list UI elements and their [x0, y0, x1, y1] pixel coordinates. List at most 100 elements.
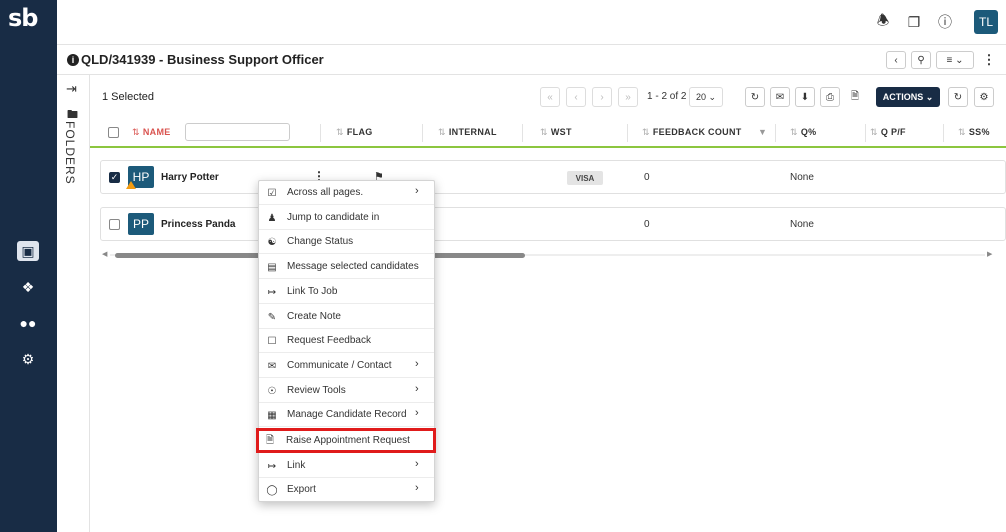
- candidate-name[interactable]: Princess Panda: [161, 219, 235, 230]
- context-menu: ☑ Across all pages. › ♟ Jump to candidat…: [256, 180, 436, 502]
- chevron-right-icon: ›: [415, 458, 419, 470]
- menu-item-link[interactable]: ↦ Link ›: [259, 454, 434, 478]
- q-pf-value: None: [790, 219, 814, 230]
- candidate-name[interactable]: Harry Potter: [161, 172, 219, 183]
- download-icon: ⬇: [800, 91, 810, 103]
- column-settings-button[interactable]: ⚙: [974, 87, 994, 107]
- people-status-icon: ☯: [267, 236, 277, 248]
- row-checkbox[interactable]: ✓: [109, 172, 120, 183]
- users-icon[interactable]: ●●: [17, 313, 39, 333]
- sync-icon: ↻: [750, 91, 760, 103]
- back-button[interactable]: ‹: [886, 51, 906, 69]
- page-info: 1 - 2 of 2: [647, 91, 687, 102]
- sort-icon: ⇅: [132, 127, 140, 137]
- app-logo[interactable]: sb: [8, 4, 50, 38]
- menu-item-communicate-contact[interactable]: ✉ Communicate / Contact ›: [259, 354, 434, 378]
- chevron-right-icon: ›: [415, 358, 419, 370]
- tags-icon[interactable]: ❖: [17, 277, 39, 297]
- col-ss-percent[interactable]: ⇅ SS%: [958, 127, 990, 138]
- checklist-icon: ☑: [267, 187, 277, 199]
- left-nav: sb ▣ ❖ ●● ⚙: [0, 0, 57, 532]
- last-page-button[interactable]: »: [618, 87, 638, 107]
- menu-item-message-selected[interactable]: ▤ Message selected candidates: [259, 255, 434, 279]
- actions-button[interactable]: ACTIONS ⌄: [876, 87, 940, 107]
- info-icon[interactable]: i: [67, 54, 79, 66]
- feedback-count: 0: [644, 172, 650, 183]
- bell-icon[interactable]: 🕭: [874, 12, 892, 31]
- col-internal[interactable]: ⇅ INTERNAL: [438, 127, 497, 138]
- chevron-right-icon: ›: [415, 383, 419, 395]
- avatar: PP: [128, 213, 154, 235]
- selection-toolbar: 1 Selected « ‹ › » 1 - 2 of 2 20 ⌄ ↻ ✉ ⬇…: [90, 75, 1006, 118]
- menu-item-create-note[interactable]: ✎ Create Note: [259, 305, 434, 329]
- menu-item-review-tools[interactable]: ☉ Review Tools ›: [259, 379, 434, 403]
- col-feedback-count[interactable]: ⇅ FEEDBACK COUNT: [642, 127, 742, 138]
- person-jump-icon: ♟: [267, 212, 277, 224]
- view-menu-button[interactable]: ≡ ⌄: [936, 51, 974, 69]
- search-button[interactable]: ⚲: [911, 51, 931, 69]
- note-icon: ✎: [267, 311, 277, 323]
- title-bar: i QLD/341939 - Business Support Officer …: [57, 45, 1006, 75]
- horizontal-scrollbar[interactable]: ◀ ▶: [100, 251, 995, 259]
- help-icon[interactable]: ⓘ: [936, 13, 954, 31]
- print-button[interactable]: ⎙: [820, 87, 840, 107]
- scroll-right-icon[interactable]: ▶: [987, 250, 992, 258]
- feedback-count: 0: [644, 219, 650, 230]
- document-plus-icon: 🗎: [265, 434, 275, 446]
- note-icon: 🗎: [850, 90, 860, 102]
- scroll-left-icon[interactable]: ◀: [102, 250, 107, 258]
- notes-button[interactable]: 🗎: [845, 87, 865, 107]
- settings-icon[interactable]: ⚙: [17, 349, 39, 369]
- menu-item-manage-candidate-record[interactable]: ▦ Manage Candidate Record ›: [259, 403, 434, 427]
- menu-item-link-to-job[interactable]: ↦ Link To Job: [259, 280, 434, 304]
- q-pf-value: None: [790, 172, 814, 183]
- message-icon: ▤: [267, 261, 277, 273]
- filter-icon[interactable]: ▼: [758, 127, 767, 137]
- link-arrow-icon: ↦: [267, 286, 277, 298]
- collapse-icon[interactable]: ⇥: [66, 81, 77, 97]
- table-row[interactable]: ✓ HP Harry Potter ⋮ ⚑ VISA 0 None: [100, 160, 1006, 194]
- refresh-link-button[interactable]: ↻: [745, 87, 765, 107]
- menu-item-across-all-pages[interactable]: ☑ Across all pages. ›: [259, 181, 434, 205]
- next-page-button[interactable]: ›: [592, 87, 612, 107]
- warning-flag-icon: [126, 181, 136, 189]
- logo-text: sb: [8, 4, 38, 32]
- menu-item-jump-to-candidate[interactable]: ♟ Jump to candidate in: [259, 206, 434, 230]
- link-arrow-icon: ↦: [267, 460, 277, 472]
- menu-item-export[interactable]: ◯ Export ›: [259, 478, 434, 502]
- row-checkbox[interactable]: [109, 219, 120, 230]
- col-name[interactable]: ⇅ NAME: [132, 127, 171, 138]
- user-avatar[interactable]: TL: [974, 10, 998, 34]
- folders-label[interactable]: FOLDERS: [63, 121, 77, 185]
- select-all-checkbox[interactable]: [108, 127, 119, 138]
- col-q-percent[interactable]: ⇅ Q%: [790, 127, 816, 138]
- col-flag[interactable]: ⇅ FLAG: [336, 127, 373, 138]
- name-filter-input[interactable]: [185, 123, 290, 141]
- chevron-right-icon: ›: [415, 482, 419, 494]
- windows-icon[interactable]: ❐: [905, 13, 923, 31]
- page-size-select[interactable]: 20 ⌄: [689, 87, 723, 107]
- menu-item-request-feedback[interactable]: ☐ Request Feedback: [259, 329, 434, 353]
- mail-icon: ✉: [775, 91, 785, 103]
- menu-item-raise-appointment-request[interactable]: 🗎 Raise Appointment Request: [256, 428, 436, 453]
- chevron-right-icon: ›: [415, 407, 419, 419]
- candidates-panel: 1 Selected « ‹ › » 1 - 2 of 2 20 ⌄ ↻ ✉ ⬇…: [90, 75, 1006, 532]
- menu-item-change-status[interactable]: ☯ Change Status: [259, 230, 434, 254]
- table-row[interactable]: PP Princess Panda 0 None: [100, 207, 1006, 241]
- folders-rail: ⇥ 🖿 FOLDERS: [57, 75, 90, 532]
- mail-icon: ✉: [267, 360, 277, 372]
- email-button[interactable]: ✉: [770, 87, 790, 107]
- top-bar: 🕭 ❐ ⓘ TL: [57, 0, 1006, 45]
- download-button[interactable]: ⬇: [795, 87, 815, 107]
- reload-button[interactable]: ↻: [948, 87, 968, 107]
- more-options-icon[interactable]: ⋮: [980, 51, 998, 69]
- col-q-pf[interactable]: ⇅ Q P/F: [870, 127, 906, 138]
- col-wst[interactable]: ⇅ WST: [540, 127, 572, 138]
- desktop-icon[interactable]: ▣: [17, 241, 39, 261]
- selected-count: 1 Selected: [102, 91, 154, 103]
- table-header: ⇅ NAME ⇅ FLAG ⇅ INTERNAL ⇅ WST ⇅ FEEDBACK COU…: [90, 118, 1006, 148]
- prev-page-button[interactable]: ‹: [566, 87, 586, 107]
- refresh-icon: ↻: [953, 91, 963, 103]
- first-page-button[interactable]: «: [540, 87, 560, 107]
- wst-badge: VISA: [567, 171, 603, 185]
